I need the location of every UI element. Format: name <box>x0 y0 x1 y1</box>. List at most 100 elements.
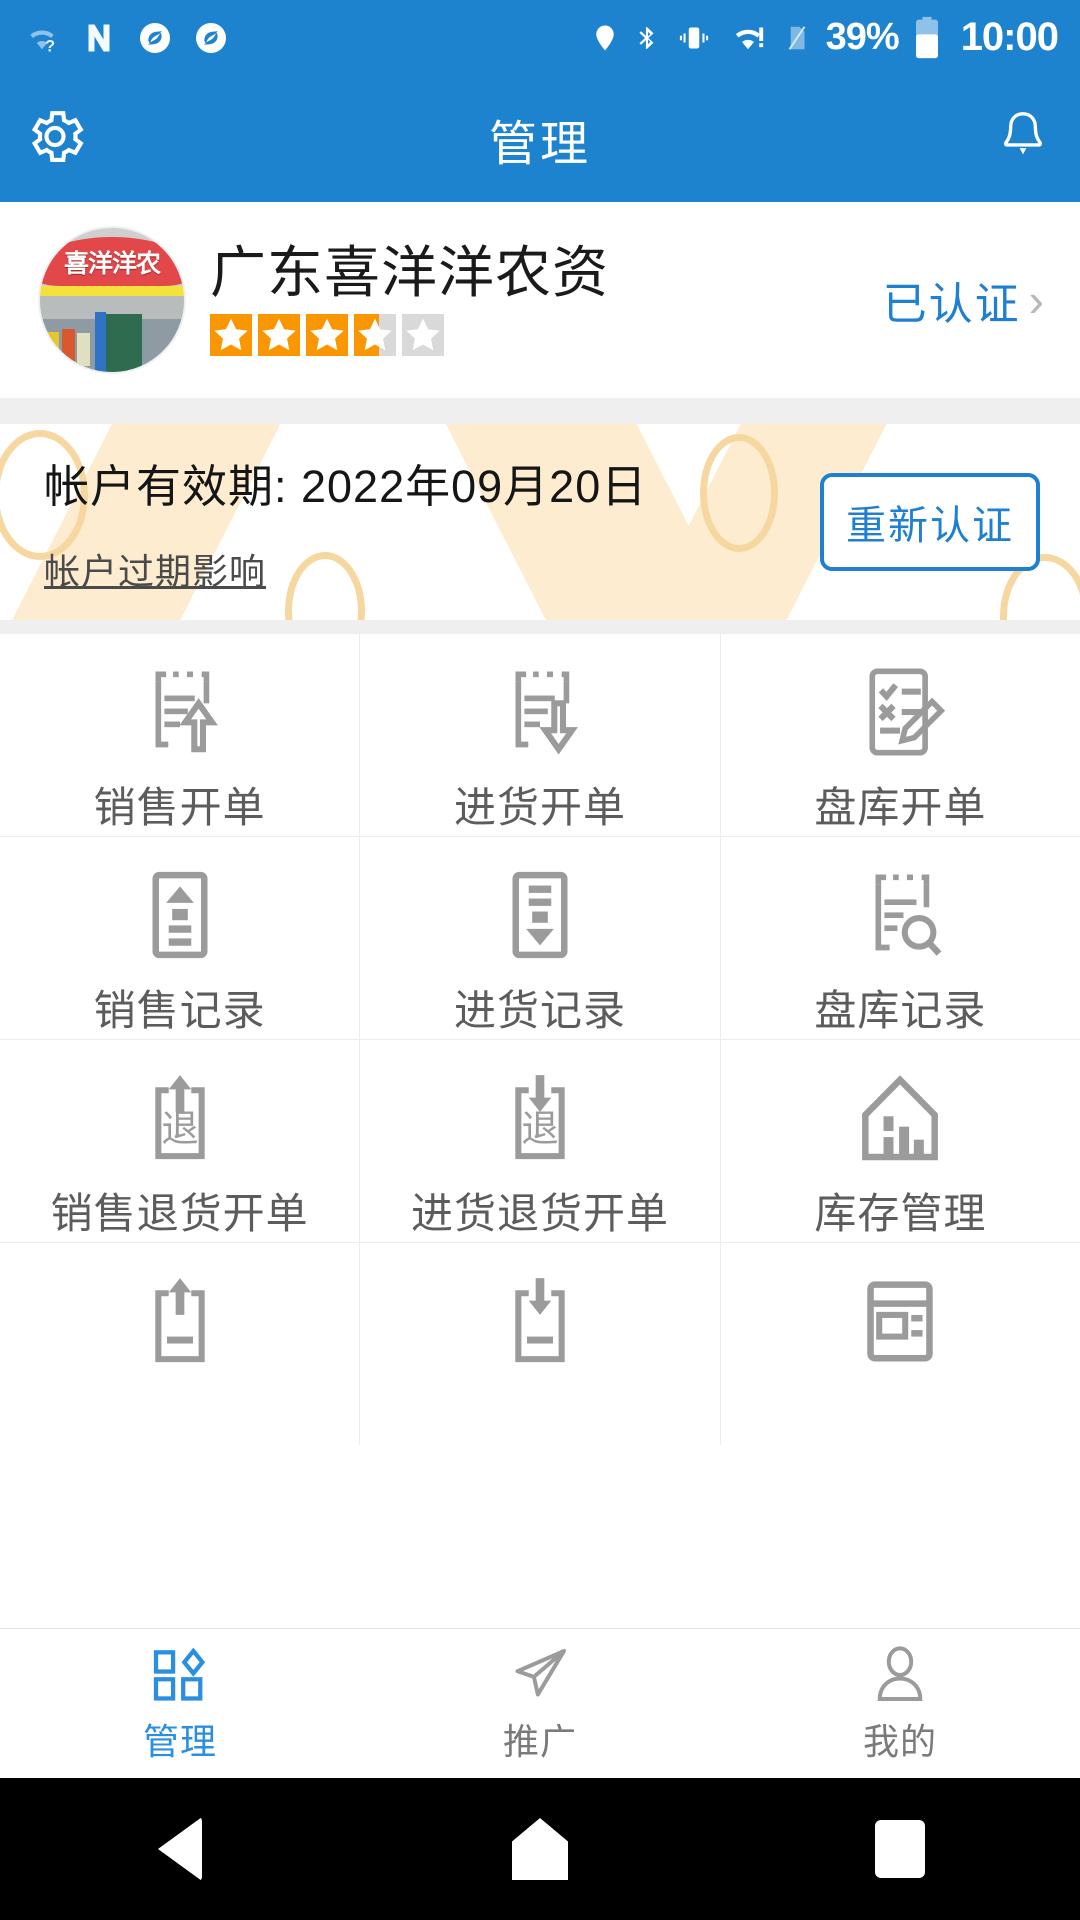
person-icon <box>877 1645 923 1701</box>
star-icon <box>258 314 300 357</box>
account-validity-banner: 帐户有效期: 2022年09月20日 帐户过期影响 重新认证 <box>0 424 1080 620</box>
grid-item-label: 盘库开单 <box>814 784 987 831</box>
location-pin-icon <box>590 19 620 57</box>
vibrate-icon <box>674 20 714 56</box>
tab-management[interactable]: 管理 <box>0 1629 360 1778</box>
avatar-pillar <box>94 311 107 372</box>
grid-item-label: 进货记录 <box>453 987 626 1034</box>
grid-item-销售记录[interactable]: 销售记录 <box>0 837 360 1039</box>
doc-up-arrow-icon <box>128 1267 232 1375</box>
nav-home-button[interactable] <box>440 1778 640 1920</box>
grid-item-盘库开单[interactable]: 盘库开单 <box>720 634 1080 836</box>
function-grid-wrap: 销售开单 进货开单 盘库开单 销售记录 进货记录 盘库记录退销售退货开单退进货退货开单 库存… <box>0 620 1080 1445</box>
grid-item-销售开单[interactable]: 销售开单 <box>0 634 360 836</box>
warehouse-icon <box>848 1064 952 1172</box>
star-icon <box>306 314 348 357</box>
nav-recents-button[interactable] <box>800 1778 1000 1920</box>
grid-item-销售退货开单[interactable]: 退销售退货开单 <box>0 1040 360 1242</box>
star-cutout <box>258 314 300 357</box>
star-cutout <box>354 314 396 357</box>
svg-text:?: ? <box>45 37 55 55</box>
account-validity-label: 帐户有效期: 2022年09月20日 <box>44 460 648 512</box>
android-status-bar: ? 39% 10:00 <box>0 0 1080 75</box>
notifications-button[interactable] <box>994 103 1052 174</box>
grid-item-进货退货开单[interactable]: 退进货退货开单 <box>360 1040 720 1242</box>
bottom-tab-bar: 管理 推广 我的 <box>0 1628 1080 1778</box>
bluetooth-icon <box>634 19 660 57</box>
grid-item-icon-9[interactable] <box>0 1243 360 1445</box>
recents-square-icon <box>875 1820 925 1878</box>
avatar-sign-text: 喜洋洋农 <box>63 249 161 278</box>
tab-promotion-label: 推广 <box>502 1720 577 1762</box>
rating-stars <box>210 314 883 357</box>
paper-plane-icon <box>515 1648 566 1696</box>
grid-item-label: 销售记录 <box>93 987 266 1034</box>
app-header-bar: 管理 <box>0 75 1080 202</box>
account-expire-link[interactable]: 帐户过期影响 <box>44 543 266 595</box>
svg-text:退: 退 <box>161 1107 198 1149</box>
verified-status-button[interactable]: 已认证 › <box>883 268 1050 332</box>
grid-item-进货记录[interactable]: 进货记录 <box>360 837 720 1039</box>
nav-back-button[interactable] <box>80 1778 280 1920</box>
home-pentagon-icon <box>512 1818 568 1880</box>
grid-item-进货开单[interactable]: 进货开单 <box>360 634 720 836</box>
grid-item-icon-10[interactable] <box>360 1243 720 1445</box>
back-triangle-icon <box>158 1817 202 1881</box>
page-title: 管理 <box>488 117 591 171</box>
tab-profile-label: 我的 <box>862 1720 937 1762</box>
status-bar-clock: 10:00 <box>960 15 1059 59</box>
grid-item-label: 销售开单 <box>93 784 266 831</box>
report-table-icon <box>848 1267 952 1375</box>
grid-item-icon-11[interactable] <box>720 1243 1080 1445</box>
section-divider <box>0 398 1080 424</box>
sync-icon-2 <box>192 20 230 56</box>
shop-profile-row[interactable]: 喜洋洋农 广东喜洋洋农资 已认证 › <box>0 202 1080 398</box>
function-grid: 销售开单 进货开单 盘库开单 销售记录 进货记录 盘库记录退销售退货开单退进货退货开单 库存… <box>0 634 1080 1445</box>
dashboard-icon <box>153 1647 206 1701</box>
avatar-door <box>106 314 143 372</box>
star-cutout <box>210 314 252 357</box>
status-bar-left-icons: ? <box>22 20 230 56</box>
avatar: 喜洋洋农 <box>38 226 186 374</box>
gear-icon <box>31 110 84 162</box>
banner-content: 帐户有效期: 2022年09月20日 帐户过期影响 重新认证 <box>0 450 1080 595</box>
battery-percent-label: 39% <box>825 16 900 58</box>
grid-item-label: 销售退货开单 <box>50 1190 309 1237</box>
wifi-question-icon: ? <box>22 20 62 56</box>
recertify-button[interactable]: 重新认证 <box>820 473 1040 571</box>
shop-name: 广东喜洋洋农资 <box>210 240 609 304</box>
avatar-shelf-1 <box>44 331 59 367</box>
star-icon <box>210 314 252 357</box>
clipboard-up-arrow-icon <box>128 658 232 766</box>
account-text-block: 帐户有效期: 2022年09月20日 帐户过期影响 <box>44 450 820 595</box>
grid-item-label: 库存管理 <box>814 1190 987 1237</box>
sim-card-icon <box>782 19 812 57</box>
status-bar-right-icons: 39% 10:00 <box>590 15 1059 60</box>
grid-item-库存管理[interactable]: 库存管理 <box>720 1040 1080 1242</box>
grid-item-盘库记录[interactable]: 盘库记录 <box>720 837 1080 1039</box>
star-icon <box>402 314 444 357</box>
battery-icon <box>913 16 941 60</box>
app-screen: ? 39% 10:00 管理 喜洋洋农 广东喜洋洋农资 已认证 › 帐户有效期:… <box>0 0 1080 1920</box>
svg-text:退: 退 <box>521 1107 558 1149</box>
box-down-triangle-icon <box>488 861 592 969</box>
chevron-right-icon: › <box>1028 274 1044 326</box>
verified-label: 已认证 <box>882 280 1021 329</box>
tab-profile[interactable]: 我的 <box>720 1629 1080 1778</box>
avatar-shelf-3 <box>77 333 91 367</box>
star-icon <box>354 314 396 357</box>
wifi-alert-icon <box>728 20 768 56</box>
avatar-yellow-band <box>40 285 184 296</box>
star-cutout <box>402 314 444 357</box>
tab-promotion[interactable]: 推广 <box>360 1629 720 1778</box>
checklist-pencil-icon <box>848 658 952 766</box>
settings-button[interactable] <box>22 103 88 174</box>
grid-item-label: 盘库记录 <box>814 987 987 1034</box>
clipboard-search-icon <box>848 861 952 969</box>
tab-management-label: 管理 <box>142 1720 217 1762</box>
shop-info: 广东喜洋洋农资 <box>186 240 883 357</box>
return-down-arrow-icon: 退 <box>488 1064 592 1172</box>
avatar-shelf-2 <box>61 328 75 367</box>
star-cutout <box>306 314 348 357</box>
n-letter-icon <box>80 20 118 56</box>
